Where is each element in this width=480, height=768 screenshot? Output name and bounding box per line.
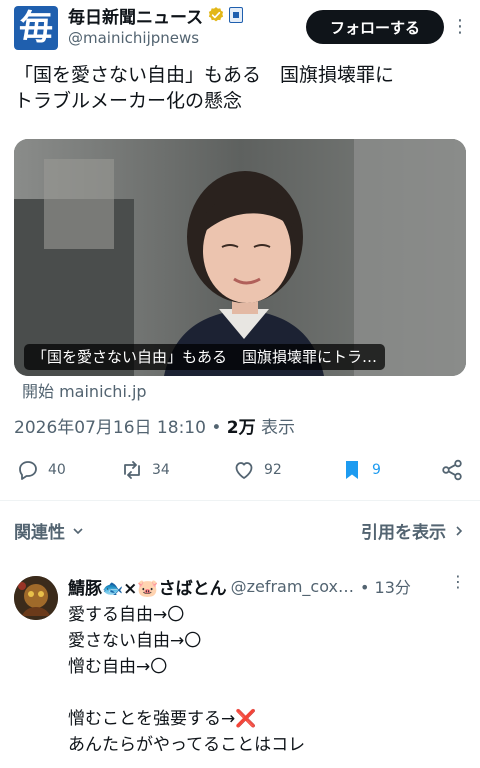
share-button[interactable]	[440, 452, 464, 488]
like-button[interactable]: 92	[232, 452, 282, 488]
share-icon	[442, 459, 462, 481]
repost-button[interactable]: 34	[120, 452, 170, 488]
post-timestamp[interactable]: 2026年07月16日 18:10	[14, 418, 206, 438]
post-meta: 2026年07月16日 18:10 • 2万 表示	[14, 413, 295, 438]
reply-sort-row: 関連性 引用を表示	[0, 516, 480, 546]
relevance-sort-label: 関連性	[14, 523, 65, 543]
relevance-sort-dropdown[interactable]: 関連性	[14, 518, 83, 543]
affiliate-badge-icon	[229, 7, 244, 23]
action-bar: 40 34 92 9	[0, 452, 480, 488]
meta-separator: •	[205, 418, 227, 438]
reply-author-handle[interactable]: @zefram_cox…	[231, 577, 354, 596]
link-card[interactable]: 「国を愛さない自由」もある 国旗損壊罪にトラ…	[14, 139, 466, 376]
verified-badge-icon	[209, 7, 224, 22]
reply-item[interactable]: 鯖豚🐟×🐷さばとん @zefram_cox… • 13分 ⋮ 愛する自由→〇 愛…	[0, 566, 480, 768]
heart-icon	[235, 462, 253, 479]
reply-text: 愛する自由→〇 愛さない自由→〇 憎む自由→〇 憎むことを強要する→❌ あんたら…	[68, 605, 306, 755]
view-quotes-label: 引用を表示	[361, 523, 446, 543]
view-quotes-link[interactable]: 引用を表示	[361, 518, 464, 543]
more-options-icon[interactable]: ⋮	[450, 12, 470, 42]
chevron-down-icon	[73, 527, 83, 534]
like-count: 92	[264, 462, 282, 478]
post-header: 毎 毎日新聞ニュース @mainichijpnews フォローする ⋮	[0, 0, 480, 58]
avatar[interactable]	[14, 576, 58, 620]
reply-more-icon[interactable]: ⋮	[450, 572, 466, 591]
reply-timestamp[interactable]: • 13分	[360, 574, 411, 598]
bookmark-button[interactable]: 9	[340, 452, 381, 488]
reply-count: 40	[48, 462, 66, 478]
account-name-row: 毎日新聞ニュース	[68, 3, 244, 28]
post-text: 「国を愛さない自由」もある 国旗損壊罪に トラブルメーカー化の懸念	[14, 64, 395, 112]
account-avatar[interactable]: 毎	[14, 6, 58, 50]
card-caption: 「国を愛さない自由」もある 国旗損壊罪にトラ…	[24, 344, 386, 370]
view-count-label: 表示	[255, 418, 296, 438]
card-source-link[interactable]: 開始 mainichi.jp	[22, 378, 147, 402]
reply-button[interactable]: 40	[16, 452, 66, 488]
reply-header: 鯖豚🐟×🐷さばとん @zefram_cox… • 13分	[68, 574, 468, 599]
account-handle[interactable]: @mainichijpnews	[68, 29, 199, 47]
bookmark-count: 9	[372, 462, 381, 478]
view-count: 2万	[226, 418, 256, 438]
follow-button[interactable]: フォローする	[306, 10, 444, 44]
section-divider	[0, 500, 480, 501]
repost-count: 34	[152, 462, 170, 478]
account-name[interactable]: 毎日新聞ニュース	[68, 3, 203, 28]
reply-author-name[interactable]: 鯖豚🐟×🐷さばとん	[68, 574, 227, 599]
card-photo	[14, 139, 466, 376]
reply-icon	[19, 461, 37, 480]
bookmark-icon	[346, 461, 358, 479]
avatar-image	[14, 576, 58, 620]
repost-icon	[124, 461, 140, 479]
chevron-right-icon	[456, 525, 463, 536]
